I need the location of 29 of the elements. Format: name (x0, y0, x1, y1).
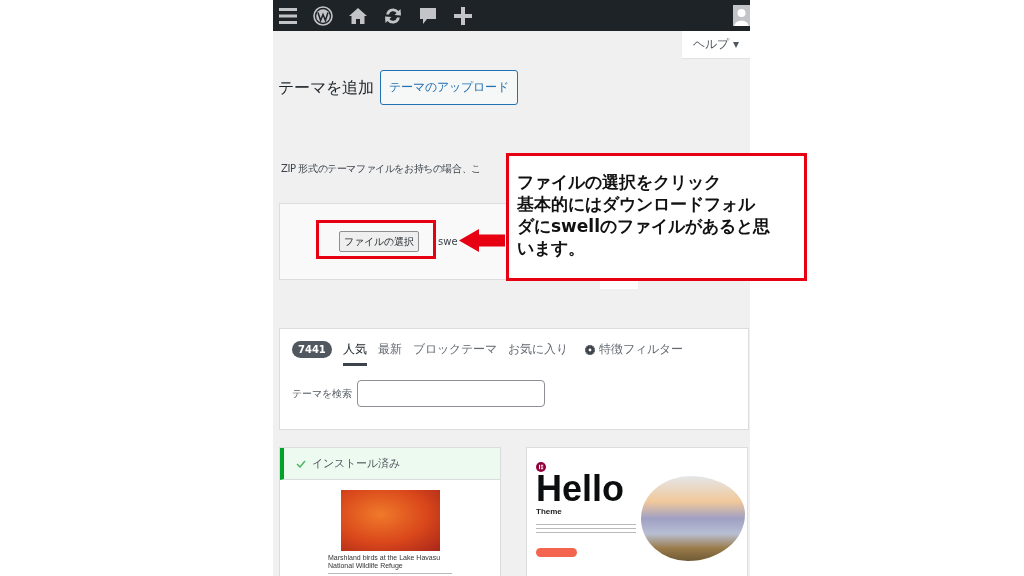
callout-text: ファイルの選択をクリック 基本的にはダウンロードフォル ダにswellのファイルがあると思 います。 (517, 171, 771, 259)
check-icon (296, 459, 306, 468)
hero-subheading: Theme (536, 507, 563, 516)
theme-count-badge: 7441 (292, 341, 332, 358)
filter-tab[interactable]: 人気 (342, 341, 367, 366)
filter-tab[interactable]: 最新 (377, 341, 402, 366)
file-name: swe (438, 236, 458, 247)
gear-icon (584, 345, 595, 355)
installed-label: インストール済み (312, 456, 400, 471)
search-field[interactable] (357, 380, 545, 407)
search-label: テーマを検索 (292, 386, 352, 401)
file-select-button[interactable]: ファイルの選択 (339, 231, 419, 252)
menu-icon[interactable] (278, 5, 298, 26)
upload-theme-button[interactable]: テーマのアップロード (380, 70, 518, 105)
filter-tab[interactable]: お気に入り (507, 341, 568, 366)
refresh-icon[interactable] (383, 5, 403, 26)
feature-filter-button[interactable]: 特徴フィルター (584, 341, 683, 366)
logo-icon (536, 462, 546, 472)
page-title: テーマを追加 (278, 76, 374, 99)
theme-card[interactable]: Hello Theme (526, 447, 748, 576)
comment-icon[interactable] (418, 5, 438, 26)
filter-tab[interactable]: ブロックテーマ (412, 341, 497, 366)
thumbnail-button (536, 548, 577, 557)
circle-logo-icon[interactable] (313, 5, 333, 26)
hero-heading: Hello (536, 474, 625, 504)
upload-description: ZIP 形式のテーマファイルをお持ちの場合、こ (281, 163, 481, 175)
home-icon[interactable] (348, 5, 368, 26)
plus-icon[interactable] (453, 5, 473, 26)
help-button[interactable]: ヘルプ ▾ (682, 31, 750, 58)
